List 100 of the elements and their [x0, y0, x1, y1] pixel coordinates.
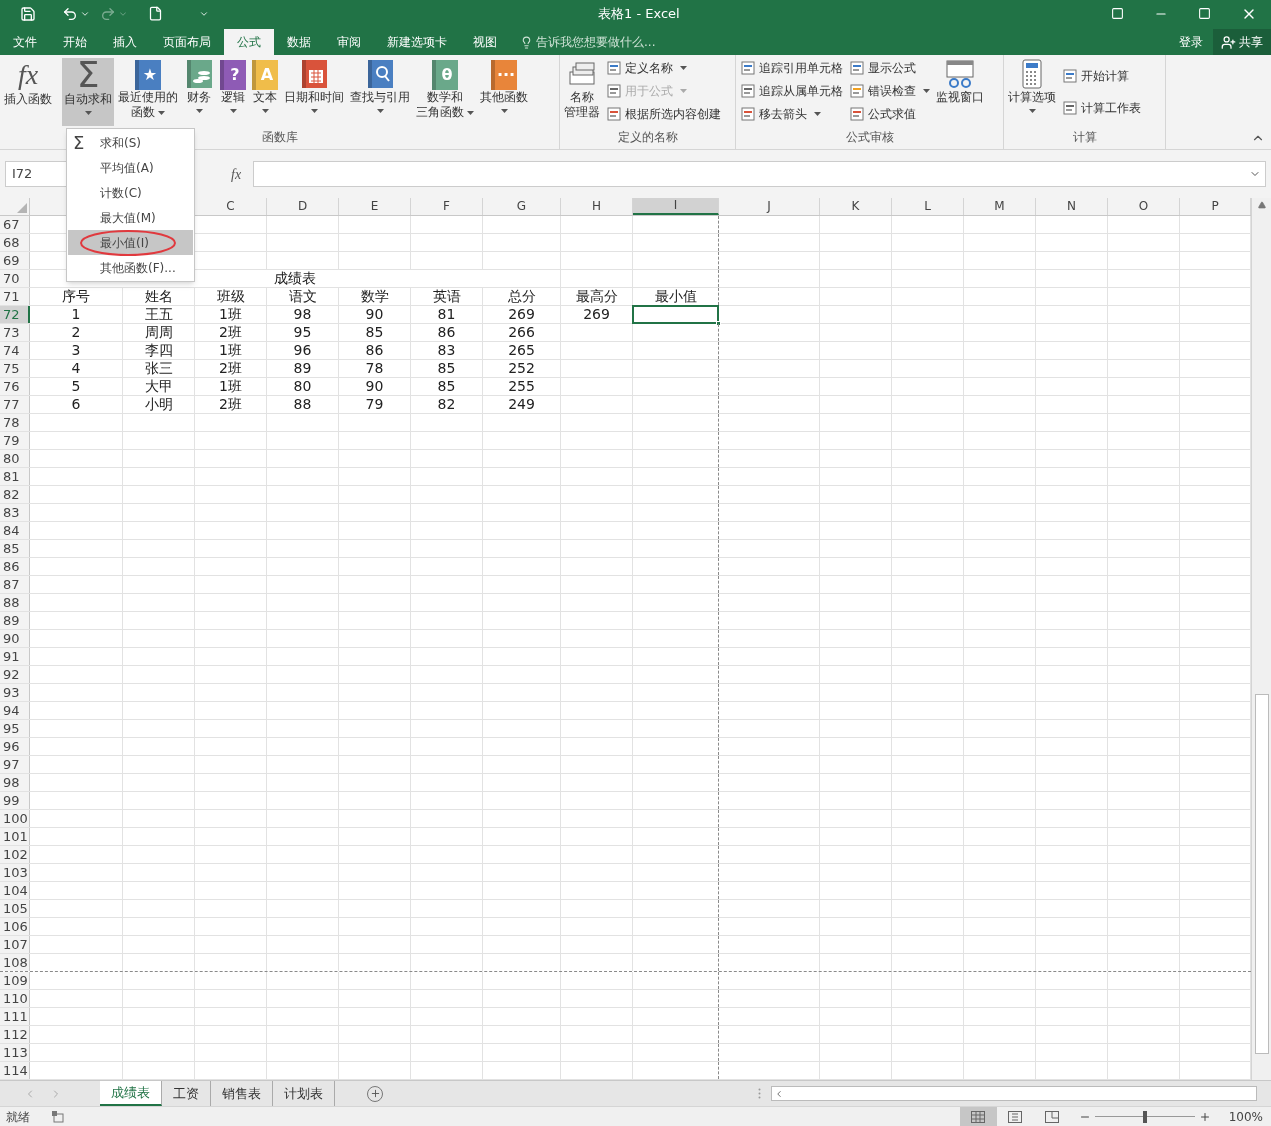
maximize-icon[interactable] [1198, 7, 1211, 20]
column-header[interactable]: G [516, 199, 527, 214]
row-header[interactable]: 83 [0, 504, 30, 521]
row-header[interactable]: 94 [0, 702, 30, 719]
ribbon-button[interactable]: 移去箭头 [740, 104, 843, 124]
column-header[interactable]: P [1211, 199, 1219, 214]
ribbon-button[interactable]: 公式求值 [849, 104, 930, 124]
new-file-icon[interactable] [148, 6, 163, 21]
row-header[interactable]: 92 [0, 666, 30, 683]
row-header[interactable]: 91 [0, 648, 30, 665]
row-header[interactable]: 114 [0, 1062, 30, 1079]
row-header[interactable]: 70 [0, 270, 30, 287]
row-header[interactable]: 79 [0, 432, 30, 449]
row-header[interactable]: 89 [0, 612, 30, 629]
row-header[interactable]: 98 [0, 774, 30, 791]
row-header[interactable]: 81 [0, 468, 30, 485]
column-header[interactable]: J [767, 199, 771, 214]
save-icon[interactable] [20, 5, 36, 22]
row-header[interactable]: 76 [0, 378, 30, 395]
row-header[interactable]: 101 [0, 828, 30, 845]
ribbon-tab[interactable]: 公式 [224, 29, 274, 55]
ribbon-options-icon[interactable] [1111, 7, 1124, 20]
ribbon-tab[interactable]: 页面布局 [150, 29, 224, 55]
row-header[interactable]: 80 [0, 450, 30, 467]
row-header[interactable]: 78 [0, 414, 30, 431]
ribbon-button[interactable]: 计算工作表 [1062, 98, 1141, 118]
ribbon-button[interactable]: ★ 最近使用的 函数 [116, 58, 180, 126]
zoom-level[interactable]: 100% [1228, 1107, 1263, 1126]
row-header[interactable]: 108 [0, 954, 30, 971]
ribbon-tab[interactable]: 文件 [0, 29, 50, 55]
column-header[interactable]: M [994, 199, 1005, 214]
undo-icon[interactable] [62, 5, 78, 22]
row-header[interactable]: 68 [0, 234, 30, 251]
ribbon-button[interactable]: 根据所选内容创建 [606, 104, 721, 124]
row-header[interactable]: 102 [0, 846, 30, 863]
row-header[interactable]: 82 [0, 486, 30, 503]
row-header[interactable]: 107 [0, 936, 30, 953]
column-header[interactable]: K [851, 199, 860, 214]
ribbon-button[interactable]: ··· 其他函数 [478, 58, 530, 126]
ribbon-button[interactable]: 财务 [182, 58, 216, 126]
ribbon-button[interactable]: 开始计算 [1062, 66, 1141, 86]
sign-in-link[interactable]: 登录 [1179, 29, 1203, 55]
row-header[interactable]: 86 [0, 558, 30, 575]
ribbon-button[interactable]: A 文本 [250, 58, 280, 126]
row-header[interactable]: 99 [0, 792, 30, 809]
row-header[interactable]: 74 [0, 342, 30, 359]
ribbon-button[interactable]: θ 数学和 三角函数 [414, 58, 476, 126]
row-header[interactable]: 106 [0, 918, 30, 935]
ribbon-tab[interactable]: 视图 [460, 29, 510, 55]
share-button[interactable]: 共享 [1213, 29, 1271, 55]
row-header[interactable]: 72 [0, 306, 30, 323]
row-header[interactable]: 100 [0, 810, 30, 827]
menu-item[interactable]: Σ 求和(S) [68, 130, 193, 155]
ribbon-tab[interactable]: 新建选项卡 [374, 29, 460, 55]
menu-item[interactable]: 计数(C) [68, 180, 193, 205]
zoom-slider-thumb[interactable] [1142, 1110, 1147, 1123]
ribbon-button[interactable]: 名称 管理器 [562, 58, 602, 126]
macro-icon[interactable] [52, 1110, 64, 1123]
row-header[interactable]: 110 [0, 990, 30, 1007]
ribbon-button[interactable]: 追踪引用单元格 [740, 58, 843, 78]
row-header[interactable]: 85 [0, 540, 30, 557]
row-header[interactable]: 103 [0, 864, 30, 881]
column-header[interactable]: D [297, 199, 308, 214]
active-cell[interactable] [632, 305, 719, 324]
scroll-left-icon[interactable] [774, 1088, 784, 1099]
row-header[interactable]: 90 [0, 630, 30, 647]
ribbon-button[interactable]: 监视窗口 [934, 58, 986, 126]
sheet-tab[interactable]: 成绩表 [100, 1081, 162, 1106]
row-header[interactable]: 87 [0, 576, 30, 593]
menu-item[interactable]: 平均值(A) [68, 155, 193, 180]
vertical-scrollbar[interactable] [1251, 198, 1271, 1080]
row-header[interactable]: 71 [0, 288, 30, 305]
tell-me-field[interactable]: 告诉我您想要做什么... [536, 33, 656, 51]
column-header[interactable]: O [1138, 199, 1149, 214]
row-header[interactable]: 109 [0, 972, 30, 989]
row-header[interactable]: 105 [0, 900, 30, 917]
row-header[interactable]: 77 [0, 396, 30, 413]
row-header[interactable]: 104 [0, 882, 30, 899]
ribbon-button[interactable]: Σ 自动求和 [62, 58, 114, 126]
ribbon-button[interactable]: 定义名称 [606, 58, 721, 78]
ribbon-button[interactable]: 日期和时间 [282, 58, 346, 126]
row-header[interactable]: 93 [0, 684, 30, 701]
ribbon-button[interactable]: 追踪从属单元格 [740, 81, 843, 101]
row-header[interactable]: 112 [0, 1026, 30, 1043]
ribbon-tab[interactable]: 插入 [100, 29, 150, 55]
ribbon-button[interactable]: fx 插入函数 [2, 58, 54, 126]
column-header[interactable]: F [443, 199, 450, 214]
ribbon-button[interactable]: 计算选项 [1006, 58, 1058, 126]
row-header[interactable]: 113 [0, 1044, 30, 1061]
row-header[interactable]: 75 [0, 360, 30, 377]
ribbon-tab[interactable]: 审阅 [324, 29, 374, 55]
horizontal-scrollbar[interactable] [771, 1086, 1257, 1101]
ribbon-button[interactable]: 错误检查 [849, 81, 930, 101]
column-header[interactable]: C [226, 199, 235, 214]
normal-view-button[interactable] [959, 1107, 997, 1126]
row-header[interactable]: 95 [0, 720, 30, 737]
ribbon-tab[interactable]: 开始 [50, 29, 100, 55]
ribbon-button[interactable]: 显示公式 [849, 58, 930, 78]
row-header[interactable]: 88 [0, 594, 30, 611]
row-header[interactable]: 69 [0, 252, 30, 269]
